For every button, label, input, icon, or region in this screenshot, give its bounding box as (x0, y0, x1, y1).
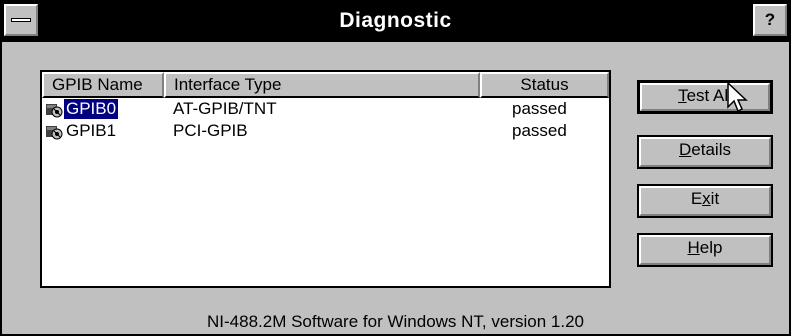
window-title: Diagnostic (339, 9, 452, 32)
interface-type: AT-GPIB/TNT (173, 99, 277, 118)
column-header-interface-type[interactable]: Interface Type (164, 72, 480, 98)
gpib-name: GPIB1 (66, 121, 117, 140)
system-menu-icon (11, 18, 31, 22)
test-all-button[interactable]: Test All (637, 80, 773, 114)
exit-label: Exit (690, 189, 720, 208)
exit-button[interactable]: Exit (637, 184, 773, 218)
system-menu-button[interactable] (4, 4, 38, 36)
interface-type: PCI-GPIB (173, 121, 248, 140)
title-bar[interactable]: Diagnostic ? (2, 2, 789, 42)
gpib-list[interactable]: GPIB Name Interface Type Status GPIB0 AT… (40, 70, 611, 288)
details-button[interactable]: Details (637, 135, 773, 169)
diagnostic-window: Diagnostic ? GPIB Name Interface Type St… (0, 0, 791, 336)
column-header-status[interactable]: Status (480, 72, 609, 98)
status-value: passed (512, 121, 567, 140)
test-all-label: Test All (678, 86, 732, 105)
status-value: passed (512, 99, 567, 118)
version-footer: NI-488.2M Software for Windows NT, versi… (207, 312, 584, 331)
gpib-board-icon (46, 104, 63, 118)
help-button[interactable]: Help (637, 233, 773, 267)
gpib-board-icon (46, 126, 63, 140)
gpib-name: GPIB0 (64, 99, 119, 119)
list-item[interactable]: GPIB1 PCI-GPIB passed (42, 121, 609, 143)
mouse-pointer-icon (727, 82, 748, 113)
help-label: Help (687, 238, 723, 257)
list-item[interactable]: GPIB0 AT-GPIB/TNT passed (42, 99, 609, 121)
column-header-gpib-name[interactable]: GPIB Name (42, 72, 164, 98)
help-icon-button[interactable]: ? (753, 4, 787, 36)
details-label: Details (679, 140, 731, 159)
